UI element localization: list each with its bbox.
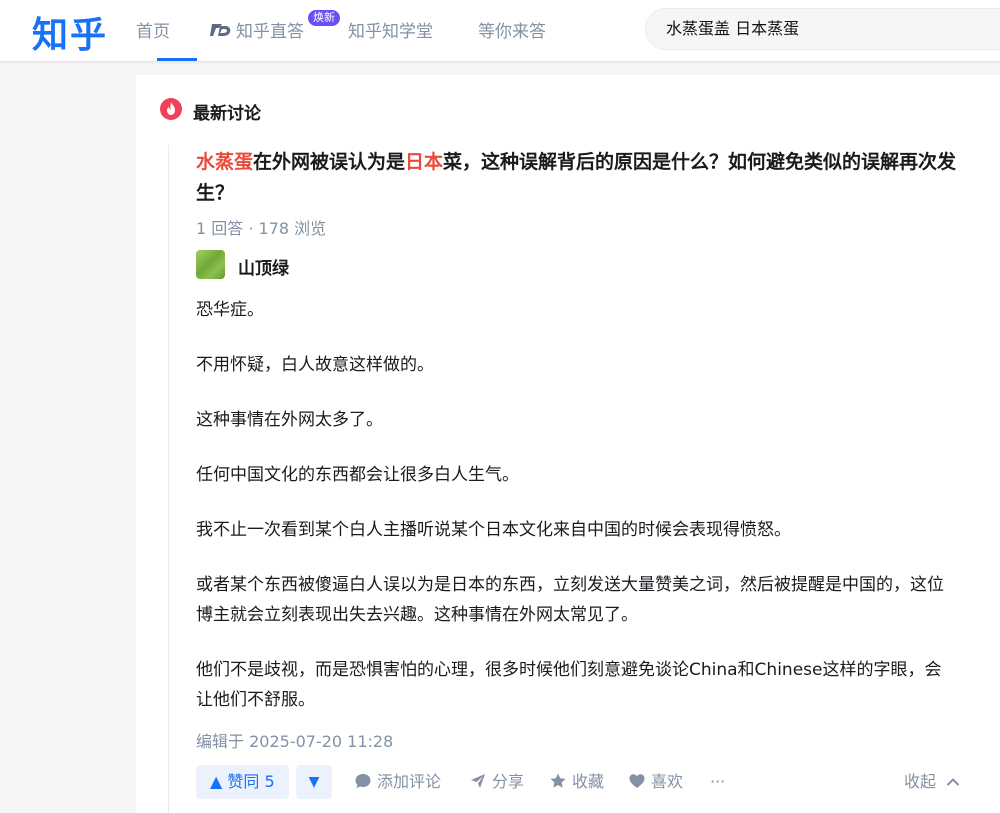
collapse-label: 收起: [904, 772, 937, 791]
question-title-highlight-2: 日本: [405, 151, 444, 173]
more-button[interactable]: ···: [710, 765, 725, 799]
answer-paragraph: 或者某个东西被傻逼白人误以为是日本的东西，立刻发送大量赞美之词，然后被提醒是中国…: [196, 575, 944, 625]
comment-icon: [355, 774, 371, 788]
answer-paragraph: 不用怀疑，白人故意这样做的。: [196, 355, 434, 375]
share-icon: [471, 774, 485, 788]
star-icon: [550, 773, 566, 788]
nav-zhida-label: 知乎直答: [236, 22, 304, 42]
nav-zhixuetang[interactable]: 知乎知学堂: [348, 17, 433, 42]
question-title-highlight-1: 水蒸蛋: [196, 151, 254, 173]
comment-button[interactable]: 添加评论: [354, 765, 441, 799]
section-title: 最新讨论: [193, 104, 261, 124]
like-button[interactable]: 喜欢: [628, 765, 683, 799]
top-header: 知乎 首页 知乎直答 焕新 知乎知学堂 等你来答 水蒸蛋盖 日本蒸蛋: [0, 0, 1000, 61]
share-label: 分享: [492, 772, 525, 791]
heart-icon: [629, 774, 645, 788]
nav-zhida[interactable]: 知乎直答: [210, 17, 304, 42]
upvote-button[interactable]: ▲ 赞同 5: [196, 765, 289, 799]
like-label: 喜欢: [651, 772, 684, 791]
nav-waiting-answer[interactable]: 等你来答: [478, 17, 546, 42]
question-meta: 1 回答 · 178 浏览: [196, 219, 327, 238]
answer-paragraph: 他们不是歧视，而是恐惧害怕的心理，很多时候他们刻意避免谈论China和Chine…: [196, 660, 942, 710]
question-title[interactable]: 水蒸蛋在外网被误认为是日本菜，这种误解背后的原因是什么？如何避免类似的误解再次发…: [196, 147, 976, 209]
answer-paragraph: 我不止一次看到某个白人主播听说某个日本文化来自中国的时候会表现得愤怒。: [196, 520, 791, 540]
answer-paragraph: 任何中国文化的东西都会让很多白人生气。: [196, 465, 519, 485]
nav-home[interactable]: 首页: [136, 17, 170, 42]
comment-label: 添加评论: [377, 772, 442, 791]
new-badge: 焕新: [308, 10, 340, 26]
thread-line: [168, 145, 169, 813]
favorite-button[interactable]: 收藏: [549, 765, 604, 799]
answer-paragraph: 这种事情在外网太多了。: [196, 410, 383, 430]
downvote-button[interactable]: ▼: [296, 765, 332, 799]
nav-active-indicator: [157, 58, 197, 61]
question-title-text-1: 在外网被误认为是: [253, 151, 406, 173]
edited-timestamp: 编辑于 2025-07-20 11:28: [196, 732, 394, 751]
author-name[interactable]: 山顶绿: [238, 254, 289, 279]
answer-content: 恐华症。 不用怀疑，白人故意这样做的。 这种事情在外网太多了。 任何中国文化的东…: [196, 295, 956, 740]
discussion-card: 最新讨论 水蒸蛋在外网被误认为是日本菜，这种误解背后的原因是什么？如何避免类似的…: [136, 75, 1000, 813]
favorite-label: 收藏: [572, 772, 605, 791]
share-button[interactable]: 分享: [469, 765, 524, 799]
zhihu-logo[interactable]: 知乎: [32, 6, 108, 58]
zhida-icon: [210, 24, 231, 36]
fire-icon: [160, 98, 182, 120]
collapse-button[interactable]: 收起: [904, 765, 961, 799]
answer-paragraph: 恐华症。: [196, 300, 264, 320]
search-input[interactable]: 水蒸蛋盖 日本蒸蛋: [645, 8, 1000, 50]
chevron-up-icon: [947, 778, 960, 786]
author-avatar[interactable]: [196, 250, 225, 279]
action-bar: ▲ 赞同 5 ▼ 添加评论 分享 收藏 喜欢 ··· 收起: [196, 765, 976, 801]
